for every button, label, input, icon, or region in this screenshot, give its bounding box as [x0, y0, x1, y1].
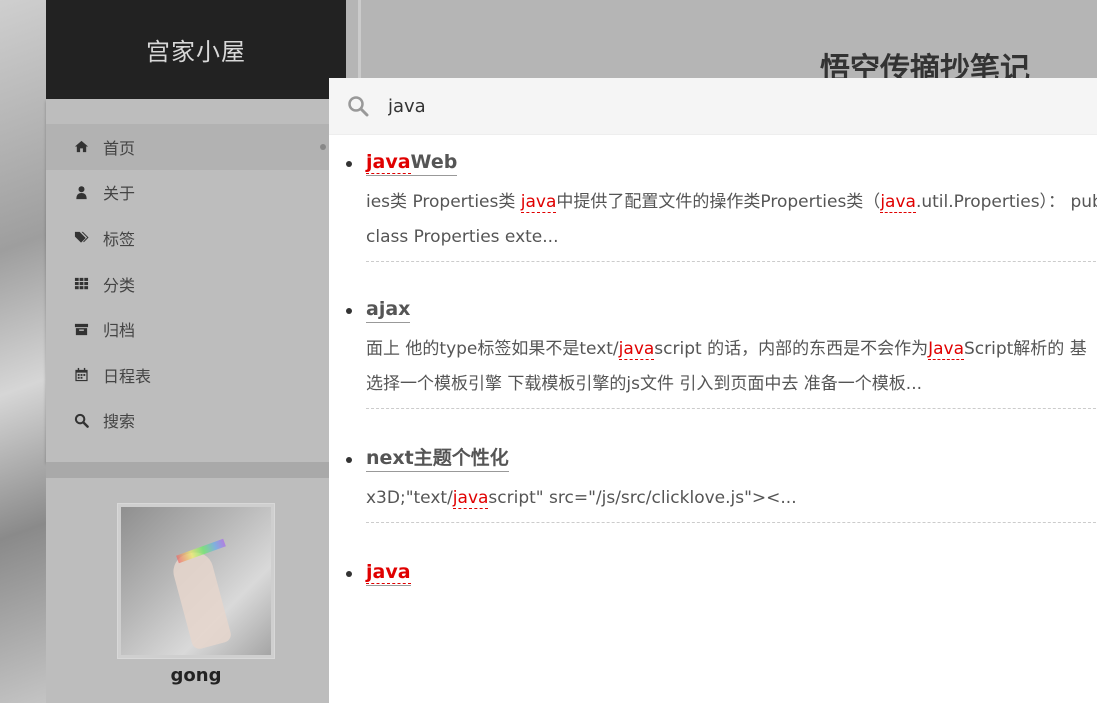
search-result-title[interactable]: next主题个性化: [366, 445, 509, 472]
author-panel: gong: [46, 478, 329, 703]
search-result-item: java: [346, 559, 1097, 586]
active-indicator: [320, 144, 326, 150]
search-icon: [74, 412, 89, 428]
search-popup: javaWebies类 Properties类 java中提供了配置文件的操作类…: [329, 78, 1097, 703]
excerpt-text: 中提供了配置文件的操作类Properties类（: [556, 192, 881, 212]
home-icon: [74, 139, 89, 155]
excerpt-text: script 的话，内部的东西是不会作为: [654, 339, 929, 359]
sidebar-item-label: 分类: [103, 275, 136, 295]
author-name: gong: [170, 665, 222, 686]
search-header: [329, 78, 1097, 135]
user-icon: [74, 184, 89, 200]
search-result-excerpt: x3D;"text/javascript" src="/js/src/click…: [366, 481, 1097, 516]
title-text: ajax: [366, 298, 411, 320]
keyword-highlight: Java: [928, 339, 964, 360]
search-result-excerpt: ies类 Properties类 java中提供了配置文件的操作类Propert…: [366, 185, 1097, 255]
sidebar-item-about[interactable]: 关于: [46, 170, 346, 216]
excerpt-line: 选择一个模板引擎 下载模板引擎的js文件 引入到页面中去 准备一个模板...: [366, 367, 1097, 402]
excerpt-text: .util.Properties）： public: [915, 192, 1097, 212]
search-results: javaWeb ies类 Properties类 java中提供了配置文件的操作类…: [329, 135, 1097, 586]
sidebar-item-label: 搜索: [103, 412, 136, 432]
sidebar-gap: [46, 462, 329, 478]
search-input[interactable]: [388, 95, 988, 117]
sidebar-item-label: 归档: [103, 321, 136, 341]
bullet: [346, 571, 352, 577]
content-divider: [358, 0, 361, 78]
sidebar-item-search[interactable]: 搜索: [46, 398, 346, 444]
keyword-highlight: java: [366, 561, 411, 584]
search-result-item: next主题个性化 x3D;"text/javascript" src="/js/…: [346, 445, 1097, 523]
sidebar-item-label: 关于: [103, 184, 136, 204]
tags-icon: [74, 230, 89, 246]
search-result-item: ajax 面上 他的type标签如果不是text/javascript 的话，内部…: [346, 296, 1097, 409]
archive-icon: [74, 321, 89, 337]
result-divider: [366, 522, 1097, 523]
sidebar-item-label: 标签: [103, 229, 136, 249]
excerpt-text: ies类 Properties类: [366, 192, 521, 212]
sidebar-item-categories[interactable]: 分类: [46, 261, 346, 307]
excerpt-text: script" src="/js/src/clicklove.js"><...: [488, 488, 797, 508]
excerpt-line: x3D;"text/javascript" src="/js/src/click…: [366, 481, 1097, 516]
result-divider: [366, 261, 1097, 262]
title-text: next主题个性化: [366, 447, 509, 469]
site-brand: 宫家小屋: [46, 0, 346, 99]
avatar-image: [121, 507, 271, 655]
keyword-highlight: java: [520, 192, 557, 213]
sidebar-item-label: 首页: [103, 138, 136, 158]
sidebar-item-home[interactable]: 首页: [46, 124, 346, 170]
sidebar-menu: 首页 关于 标签 分类 归档 日程表 搜索: [46, 99, 346, 462]
grid-icon: [74, 276, 89, 292]
keyword-highlight: java: [880, 192, 916, 213]
excerpt-text: Script解析的 基: [964, 339, 1087, 359]
excerpt-text: class Properties exte...: [366, 227, 559, 247]
search-result-excerpt: 面上 他的type标签如果不是text/javascript 的话，内部的东西是…: [366, 332, 1097, 402]
calendar-icon: [74, 367, 89, 383]
sidebar-item-archives[interactable]: 归档: [46, 306, 346, 352]
search-result-title[interactable]: java: [366, 559, 411, 586]
bullet: [346, 457, 352, 463]
search-result-title[interactable]: ajax: [366, 296, 411, 323]
avatar: [117, 503, 275, 659]
sidebar-item-label: 日程表: [103, 366, 152, 386]
sidebar-item-tags[interactable]: 标签: [46, 215, 346, 261]
site-title[interactable]: 宫家小屋: [146, 32, 246, 67]
excerpt-line: ies类 Properties类 java中提供了配置文件的操作类Propert…: [366, 185, 1097, 220]
keyword-highlight: java: [366, 151, 411, 174]
excerpt-text: x3D;"text/: [366, 488, 453, 508]
search-result-title[interactable]: javaWeb: [366, 149, 458, 176]
keyword-highlight: java: [618, 339, 655, 360]
bullet: [346, 161, 352, 167]
keyword-highlight: java: [452, 488, 489, 509]
background-photo: [0, 0, 46, 703]
search-result-item: javaWeb ies类 Properties类 java中提供了配置文件的操作类…: [346, 149, 1097, 262]
bullet: [346, 308, 352, 314]
search-icon: [347, 95, 369, 117]
sidebar-item-schedule[interactable]: 日程表: [46, 352, 346, 398]
excerpt-line: 面上 他的type标签如果不是text/javascript 的话，内部的东西是…: [366, 332, 1097, 367]
excerpt-text: 选择一个模板引擎 下载模板引擎的js文件 引入到页面中去 准备一个模板...: [366, 374, 923, 394]
excerpt-line: class Properties exte...: [366, 220, 1097, 255]
result-divider: [366, 408, 1097, 409]
hand-shape: [169, 548, 233, 651]
title-text: Web: [410, 151, 458, 173]
excerpt-text: 面上 他的type标签如果不是text/: [366, 339, 619, 359]
